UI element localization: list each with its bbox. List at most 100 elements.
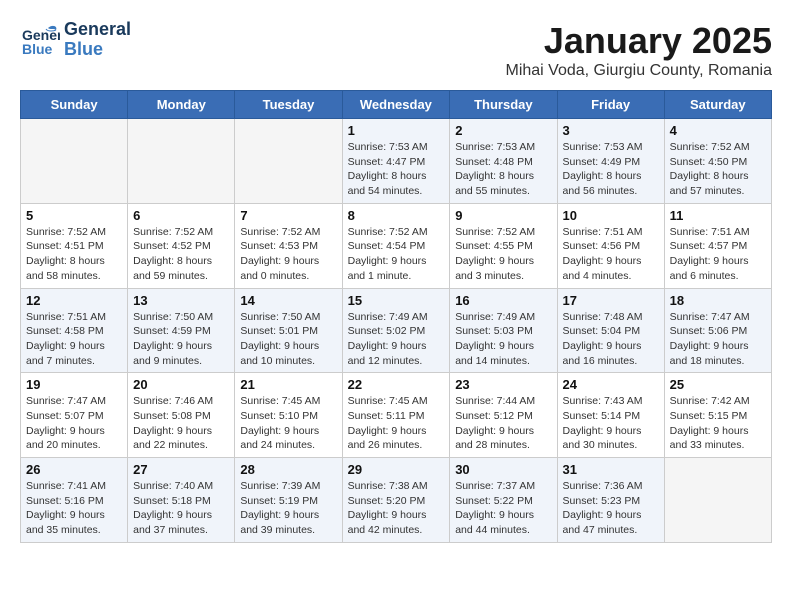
calendar-cell: 31 Sunrise: 7:36 AM Sunset: 5:23 PM Dayli… [557, 458, 664, 543]
calendar-week-row: 1 Sunrise: 7:53 AM Sunset: 4:47 PM Daylig… [21, 119, 772, 204]
calendar-cell: 5 Sunrise: 7:52 AM Sunset: 4:51 PM Daylig… [21, 203, 128, 288]
calendar-cell: 8 Sunrise: 7:52 AM Sunset: 4:54 PM Daylig… [342, 203, 450, 288]
day-info: Sunrise: 7:42 AM Sunset: 5:15 PM Dayligh… [670, 394, 766, 453]
day-info: Sunrise: 7:37 AM Sunset: 5:22 PM Dayligh… [455, 479, 551, 538]
day-number: 19 [26, 377, 122, 392]
day-number: 7 [240, 208, 336, 223]
weekday-header: Monday [128, 91, 235, 119]
day-info: Sunrise: 7:52 AM Sunset: 4:52 PM Dayligh… [133, 225, 229, 284]
day-number: 27 [133, 462, 229, 477]
calendar-cell: 22 Sunrise: 7:45 AM Sunset: 5:11 PM Dayli… [342, 373, 450, 458]
day-info: Sunrise: 7:44 AM Sunset: 5:12 PM Dayligh… [455, 394, 551, 453]
svg-text:Blue: Blue [22, 41, 53, 57]
day-info: Sunrise: 7:45 AM Sunset: 5:11 PM Dayligh… [348, 394, 445, 453]
calendar-cell: 20 Sunrise: 7:46 AM Sunset: 5:08 PM Dayli… [128, 373, 235, 458]
day-info: Sunrise: 7:49 AM Sunset: 5:02 PM Dayligh… [348, 310, 445, 369]
day-number: 11 [670, 208, 766, 223]
day-info: Sunrise: 7:43 AM Sunset: 5:14 PM Dayligh… [563, 394, 659, 453]
calendar-cell: 27 Sunrise: 7:40 AM Sunset: 5:18 PM Dayli… [128, 458, 235, 543]
day-number: 9 [455, 208, 551, 223]
calendar-cell: 13 Sunrise: 7:50 AM Sunset: 4:59 PM Dayli… [128, 288, 235, 373]
logo-line2: Blue [64, 40, 131, 60]
calendar-cell [128, 119, 235, 204]
logo: General Blue General Blue [20, 20, 131, 60]
day-number: 22 [348, 377, 445, 392]
day-number: 29 [348, 462, 445, 477]
calendar-title: January 2025 [505, 20, 772, 62]
day-number: 21 [240, 377, 336, 392]
calendar-cell: 10Sunrise: 7:51 AM Sunset: 4:56 PM Dayli… [557, 203, 664, 288]
day-info: Sunrise: 7:51 AM Sunset: 4:58 PM Dayligh… [26, 310, 122, 369]
logo-line1: General [64, 20, 131, 40]
day-number: 28 [240, 462, 336, 477]
calendar-cell: 18Sunrise: 7:47 AM Sunset: 5:06 PM Dayli… [664, 288, 771, 373]
day-info: Sunrise: 7:52 AM Sunset: 4:51 PM Dayligh… [26, 225, 122, 284]
title-block: January 2025 Mihai Voda, Giurgiu County,… [505, 20, 772, 80]
day-number: 14 [240, 293, 336, 308]
day-number: 3 [563, 123, 659, 138]
day-number: 12 [26, 293, 122, 308]
weekday-header: Thursday [450, 91, 557, 119]
day-number: 15 [348, 293, 445, 308]
calendar-cell: 16Sunrise: 7:49 AM Sunset: 5:03 PM Dayli… [450, 288, 557, 373]
day-info: Sunrise: 7:45 AM Sunset: 5:10 PM Dayligh… [240, 394, 336, 453]
calendar-cell: 6 Sunrise: 7:52 AM Sunset: 4:52 PM Daylig… [128, 203, 235, 288]
calendar-cell: 1 Sunrise: 7:53 AM Sunset: 4:47 PM Daylig… [342, 119, 450, 204]
day-info: Sunrise: 7:47 AM Sunset: 5:06 PM Dayligh… [670, 310, 766, 369]
calendar-cell: 21 Sunrise: 7:45 AM Sunset: 5:10 PM Dayli… [235, 373, 342, 458]
day-number: 20 [133, 377, 229, 392]
calendar-subtitle: Mihai Voda, Giurgiu County, Romania [505, 62, 772, 80]
day-number: 6 [133, 208, 229, 223]
calendar-cell: 19 Sunrise: 7:47 AM Sunset: 5:07 PM Dayli… [21, 373, 128, 458]
calendar-cell: 9 Sunrise: 7:52 AM Sunset: 4:55 PM Daylig… [450, 203, 557, 288]
day-number: 1 [348, 123, 445, 138]
day-number: 17 [563, 293, 659, 308]
calendar-cell: 29Sunrise: 7:38 AM Sunset: 5:20 PM Dayli… [342, 458, 450, 543]
day-info: Sunrise: 7:50 AM Sunset: 4:59 PM Dayligh… [133, 310, 229, 369]
weekday-header: Sunday [21, 91, 128, 119]
day-number: 23 [455, 377, 551, 392]
day-number: 25 [670, 377, 766, 392]
calendar-cell: 26 Sunrise: 7:41 AM Sunset: 5:16 PM Dayli… [21, 458, 128, 543]
calendar-cell [664, 458, 771, 543]
weekday-header: Saturday [664, 91, 771, 119]
calendar-cell: 17Sunrise: 7:48 AM Sunset: 5:04 PM Dayli… [557, 288, 664, 373]
day-info: Sunrise: 7:46 AM Sunset: 5:08 PM Dayligh… [133, 394, 229, 453]
day-number: 13 [133, 293, 229, 308]
day-info: Sunrise: 7:53 AM Sunset: 4:49 PM Dayligh… [563, 140, 659, 199]
day-info: Sunrise: 7:52 AM Sunset: 4:55 PM Dayligh… [455, 225, 551, 284]
calendar-week-row: 19 Sunrise: 7:47 AM Sunset: 5:07 PM Dayli… [21, 373, 772, 458]
day-number: 2 [455, 123, 551, 138]
day-number: 31 [563, 462, 659, 477]
day-info: Sunrise: 7:49 AM Sunset: 5:03 PM Dayligh… [455, 310, 551, 369]
day-info: Sunrise: 7:41 AM Sunset: 5:16 PM Dayligh… [26, 479, 122, 538]
calendar-table: SundayMondayTuesdayWednesdayThursdayFrid… [20, 90, 772, 543]
day-number: 5 [26, 208, 122, 223]
logo-icon: General Blue [20, 20, 60, 60]
calendar-cell: 24Sunrise: 7:43 AM Sunset: 5:14 PM Dayli… [557, 373, 664, 458]
weekday-header: Friday [557, 91, 664, 119]
calendar-cell: 2 Sunrise: 7:53 AM Sunset: 4:48 PM Daylig… [450, 119, 557, 204]
day-info: Sunrise: 7:47 AM Sunset: 5:07 PM Dayligh… [26, 394, 122, 453]
weekday-header: Tuesday [235, 91, 342, 119]
day-info: Sunrise: 7:53 AM Sunset: 4:47 PM Dayligh… [348, 140, 445, 199]
day-info: Sunrise: 7:40 AM Sunset: 5:18 PM Dayligh… [133, 479, 229, 538]
day-info: Sunrise: 7:50 AM Sunset: 5:01 PM Dayligh… [240, 310, 336, 369]
day-number: 8 [348, 208, 445, 223]
day-number: 26 [26, 462, 122, 477]
day-info: Sunrise: 7:53 AM Sunset: 4:48 PM Dayligh… [455, 140, 551, 199]
calendar-week-row: 5 Sunrise: 7:52 AM Sunset: 4:51 PM Daylig… [21, 203, 772, 288]
calendar-cell: 15 Sunrise: 7:49 AM Sunset: 5:02 PM Dayli… [342, 288, 450, 373]
calendar-cell: 30Sunrise: 7:37 AM Sunset: 5:22 PM Dayli… [450, 458, 557, 543]
calendar-cell: 7 Sunrise: 7:52 AM Sunset: 4:53 PM Daylig… [235, 203, 342, 288]
weekday-header: Wednesday [342, 91, 450, 119]
day-info: Sunrise: 7:36 AM Sunset: 5:23 PM Dayligh… [563, 479, 659, 538]
calendar-cell: 14 Sunrise: 7:50 AM Sunset: 5:01 PM Dayli… [235, 288, 342, 373]
calendar-cell: 23 Sunrise: 7:44 AM Sunset: 5:12 PM Dayli… [450, 373, 557, 458]
day-info: Sunrise: 7:52 AM Sunset: 4:50 PM Dayligh… [670, 140, 766, 199]
calendar-week-row: 12 Sunrise: 7:51 AM Sunset: 4:58 PM Dayli… [21, 288, 772, 373]
day-info: Sunrise: 7:52 AM Sunset: 4:54 PM Dayligh… [348, 225, 445, 284]
day-info: Sunrise: 7:52 AM Sunset: 4:53 PM Dayligh… [240, 225, 336, 284]
calendar-cell [235, 119, 342, 204]
calendar-cell: 12 Sunrise: 7:51 AM Sunset: 4:58 PM Dayli… [21, 288, 128, 373]
